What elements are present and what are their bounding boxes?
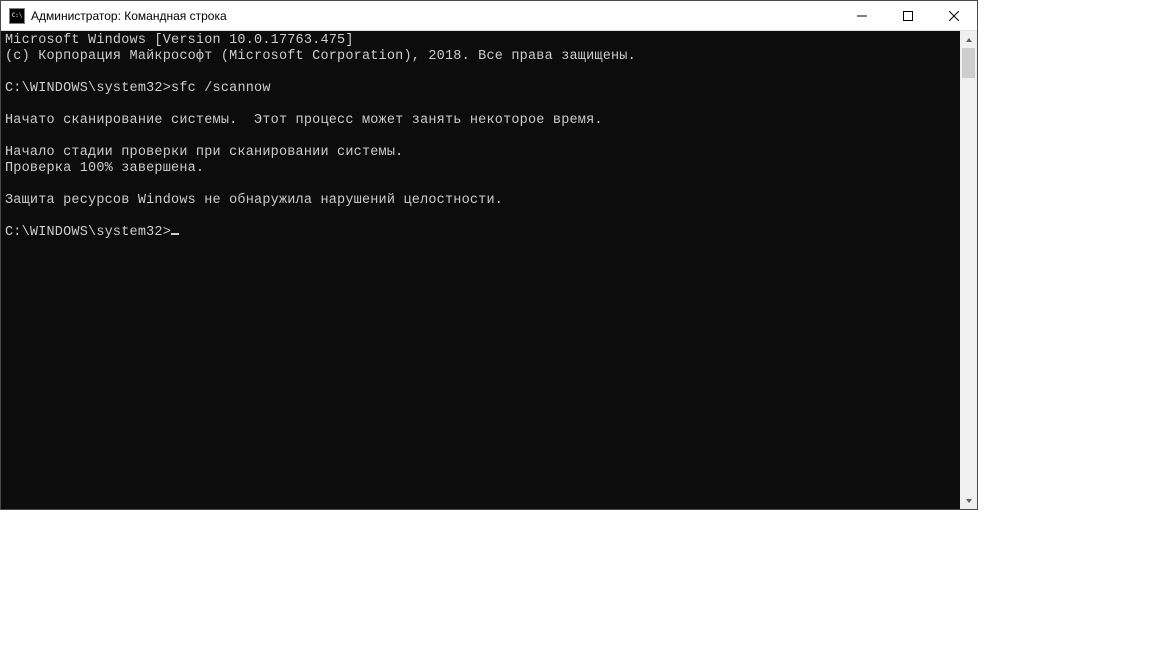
close-button[interactable] xyxy=(931,1,977,30)
scrollbar-track[interactable] xyxy=(960,48,977,492)
window-title: Администратор: Командная строка xyxy=(31,9,839,23)
titlebar[interactable]: Администратор: Командная строка xyxy=(1,1,977,31)
prompt-path: C:\WINDOWS\system32> xyxy=(5,81,171,96)
output-line: Microsoft Windows [Version 10.0.17763.47… xyxy=(5,33,354,48)
chevron-down-icon xyxy=(965,497,973,505)
scrollbar-thumb[interactable] xyxy=(962,48,975,78)
cmd-icon xyxy=(9,8,25,24)
scrollbar-down-button[interactable] xyxy=(960,492,977,509)
output-line: Начало стадии проверки при сканировании … xyxy=(5,145,403,160)
minimize-button[interactable] xyxy=(839,1,885,30)
vertical-scrollbar[interactable] xyxy=(960,31,977,509)
close-icon xyxy=(949,11,959,21)
prompt-line: C:\WINDOWS\system32> xyxy=(5,225,179,240)
output-line: Начато сканирование системы. Этот процес… xyxy=(5,113,603,128)
cursor xyxy=(171,233,179,235)
output-line: Защита ресурсов Windows не обнаружила на… xyxy=(5,193,503,208)
window-controls xyxy=(839,1,977,30)
terminal-wrapper: Microsoft Windows [Version 10.0.17763.47… xyxy=(1,31,977,509)
terminal-output[interactable]: Microsoft Windows [Version 10.0.17763.47… xyxy=(1,31,960,509)
prompt-path: C:\WINDOWS\system32> xyxy=(5,225,171,240)
output-line: (c) Корпорация Майкрософт (Microsoft Cor… xyxy=(5,49,636,64)
minimize-icon xyxy=(857,11,867,21)
prompt-command: sfc /scannow xyxy=(171,81,271,96)
command-prompt-window: Администратор: Командная строка Microsof… xyxy=(0,0,978,510)
scrollbar-up-button[interactable] xyxy=(960,31,977,48)
chevron-up-icon xyxy=(965,36,973,44)
maximize-button[interactable] xyxy=(885,1,931,30)
maximize-icon xyxy=(903,11,913,21)
output-line: Проверка 100% завершена. xyxy=(5,161,204,176)
prompt-line: C:\WINDOWS\system32>sfc /scannow xyxy=(5,81,271,96)
